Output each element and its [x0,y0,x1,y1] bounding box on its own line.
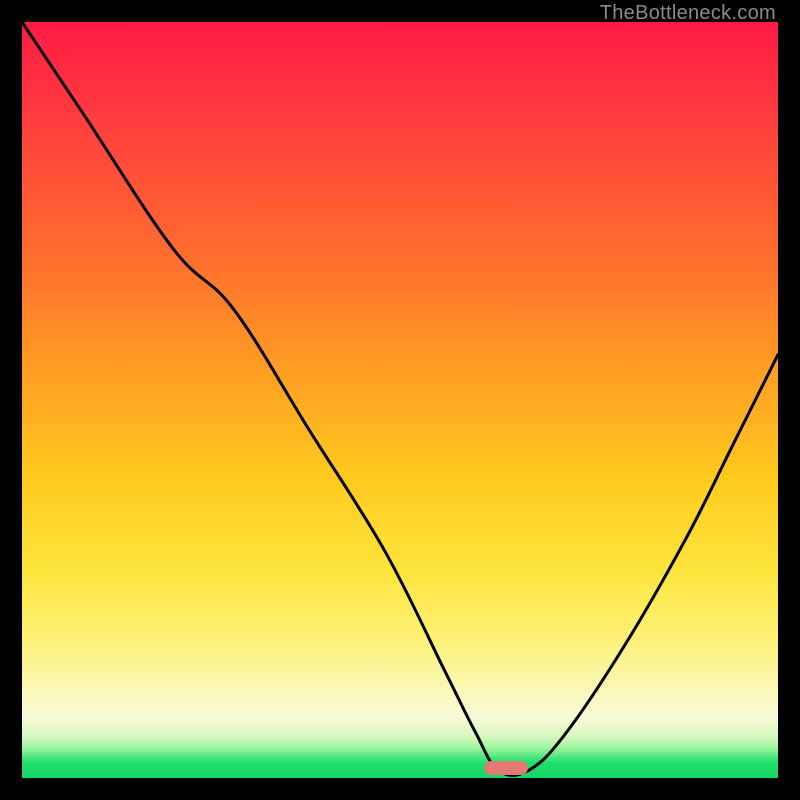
curve-svg [22,22,778,778]
optimal-marker [484,761,528,775]
plot-area [22,22,778,778]
bottleneck-curve-path [22,22,778,776]
chart-frame: TheBottleneck.com [0,0,800,800]
